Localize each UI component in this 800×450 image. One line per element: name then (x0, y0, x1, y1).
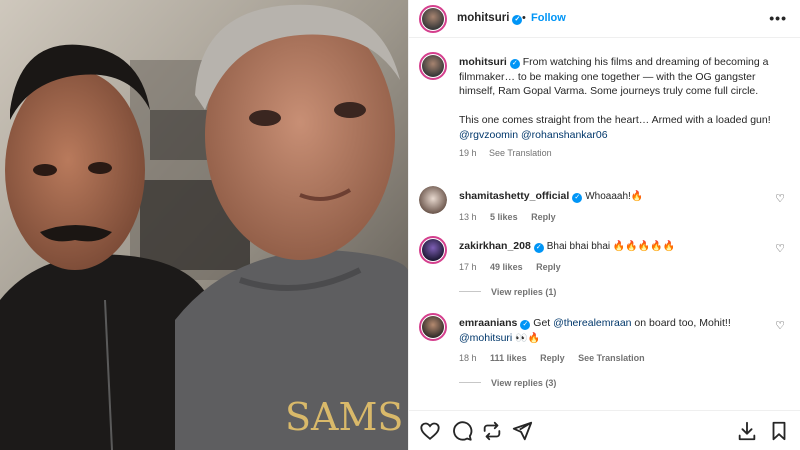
author-username[interactable]: mohitsuri ✓ (457, 12, 523, 25)
post-sidebar: mohitsuri ✓ • Follow ••• mohitsuri ✓ From … (408, 0, 800, 450)
commenter-avatar[interactable] (419, 186, 447, 214)
bookmark-icon[interactable] (768, 420, 790, 442)
comment-likes[interactable]: 5 likes (490, 212, 518, 222)
separator-dot: • (522, 12, 526, 24)
verified-icon: ✓ (520, 320, 531, 330)
see-translation-link[interactable]: See Translation (489, 148, 552, 158)
reply-button[interactable]: Reply (536, 262, 561, 272)
comment-icon[interactable] (451, 420, 473, 442)
commenter-username[interactable]: zakirkhan_208 (459, 240, 531, 252)
post-action-bar (409, 410, 800, 450)
follow-button[interactable]: Follow (531, 12, 566, 24)
commenter-username[interactable]: emraanians (459, 317, 517, 329)
send-icon[interactable] (511, 420, 533, 442)
comment-body: Whoaaah!🔥 (585, 191, 644, 202)
comment-time: 17 h (459, 261, 477, 272)
replies-divider (459, 382, 481, 383)
verified-icon: ✓ (572, 193, 583, 203)
comment-body: Bhai bhai bhai 🔥🔥🔥🔥🔥 (546, 241, 676, 252)
comment-body-end: 👀🔥 (512, 332, 540, 344)
author-avatar[interactable] (419, 5, 447, 33)
see-translation-link[interactable]: See Translation (578, 353, 645, 363)
comment-meta: 13 h 5 likes Reply (459, 210, 759, 225)
view-replies-button[interactable]: View replies (1) (459, 287, 556, 297)
mention-link[interactable]: @rohanshankar06 (521, 129, 608, 141)
mention-link[interactable]: @mohitsuri (459, 332, 512, 344)
verified-icon: ✓ (512, 15, 523, 25)
shirt-print: SAMS (285, 395, 403, 439)
post-photo[interactable]: SAMS (0, 0, 408, 450)
verified-icon: ✓ (533, 243, 544, 253)
comment-text: zakirkhan_208 ✓ Bhai bhai bhai 🔥🔥🔥🔥🔥 17 h… (459, 239, 759, 274)
comment-time: 18 h (459, 353, 477, 363)
comment-body-pre: Get (533, 317, 554, 329)
comment-text: shamitashetty_official ✓ Whoaaah!🔥 13 h 5… (459, 189, 759, 224)
comment-meta: 17 h 49 likes Reply (459, 260, 759, 275)
more-options-icon[interactable]: ••• (769, 10, 787, 26)
repost-icon[interactable] (481, 420, 503, 442)
mention-link[interactable]: @therealemraan (553, 317, 631, 329)
post-header: mohitsuri ✓ • Follow ••• (409, 0, 800, 38)
replies-divider (459, 291, 481, 292)
comment-likes[interactable]: 49 likes (490, 262, 523, 272)
heart-icon[interactable] (419, 420, 441, 442)
comment-like-icon[interactable]: ♡ (775, 192, 785, 205)
comment-like-icon[interactable]: ♡ (775, 319, 785, 332)
caption-username[interactable]: mohitsuri (459, 56, 507, 68)
mention-link[interactable]: @rgvzoomin (459, 129, 518, 141)
view-replies-button[interactable]: View replies (3) (459, 378, 556, 388)
comment-like-icon[interactable]: ♡ (775, 242, 785, 255)
commenter-avatar[interactable] (419, 236, 447, 264)
photo-illustration: SAMS (0, 0, 408, 450)
comment-body-mid: on board too, Mohit!! (631, 317, 731, 329)
view-replies-label: View replies (1) (491, 287, 557, 297)
commenter-username[interactable]: shamitashetty_official (459, 190, 569, 202)
download-icon[interactable] (736, 420, 758, 442)
comment-likes[interactable]: 111 likes (490, 353, 527, 363)
comment-meta: 18 h 111 likes Reply See Translation (459, 351, 759, 366)
reply-button[interactable]: Reply (540, 353, 565, 363)
caption-avatar[interactable] (419, 52, 447, 80)
reply-button[interactable]: Reply (531, 212, 556, 222)
caption-time: 19 h (459, 148, 477, 158)
caption-body: mohitsuri ✓ From watching his films and d… (459, 55, 779, 161)
caption-meta: 19 h See Translation (459, 146, 779, 161)
commenter-avatar[interactable] (419, 313, 447, 341)
comment-text: emraanians ✓ Get @therealemraan on board … (459, 316, 759, 366)
caption-text-2: This one comes straight from the heart… … (459, 114, 771, 126)
comment-time: 13 h (459, 211, 477, 222)
verified-icon: ✓ (509, 59, 520, 69)
view-replies-label: View replies (3) (491, 378, 557, 388)
